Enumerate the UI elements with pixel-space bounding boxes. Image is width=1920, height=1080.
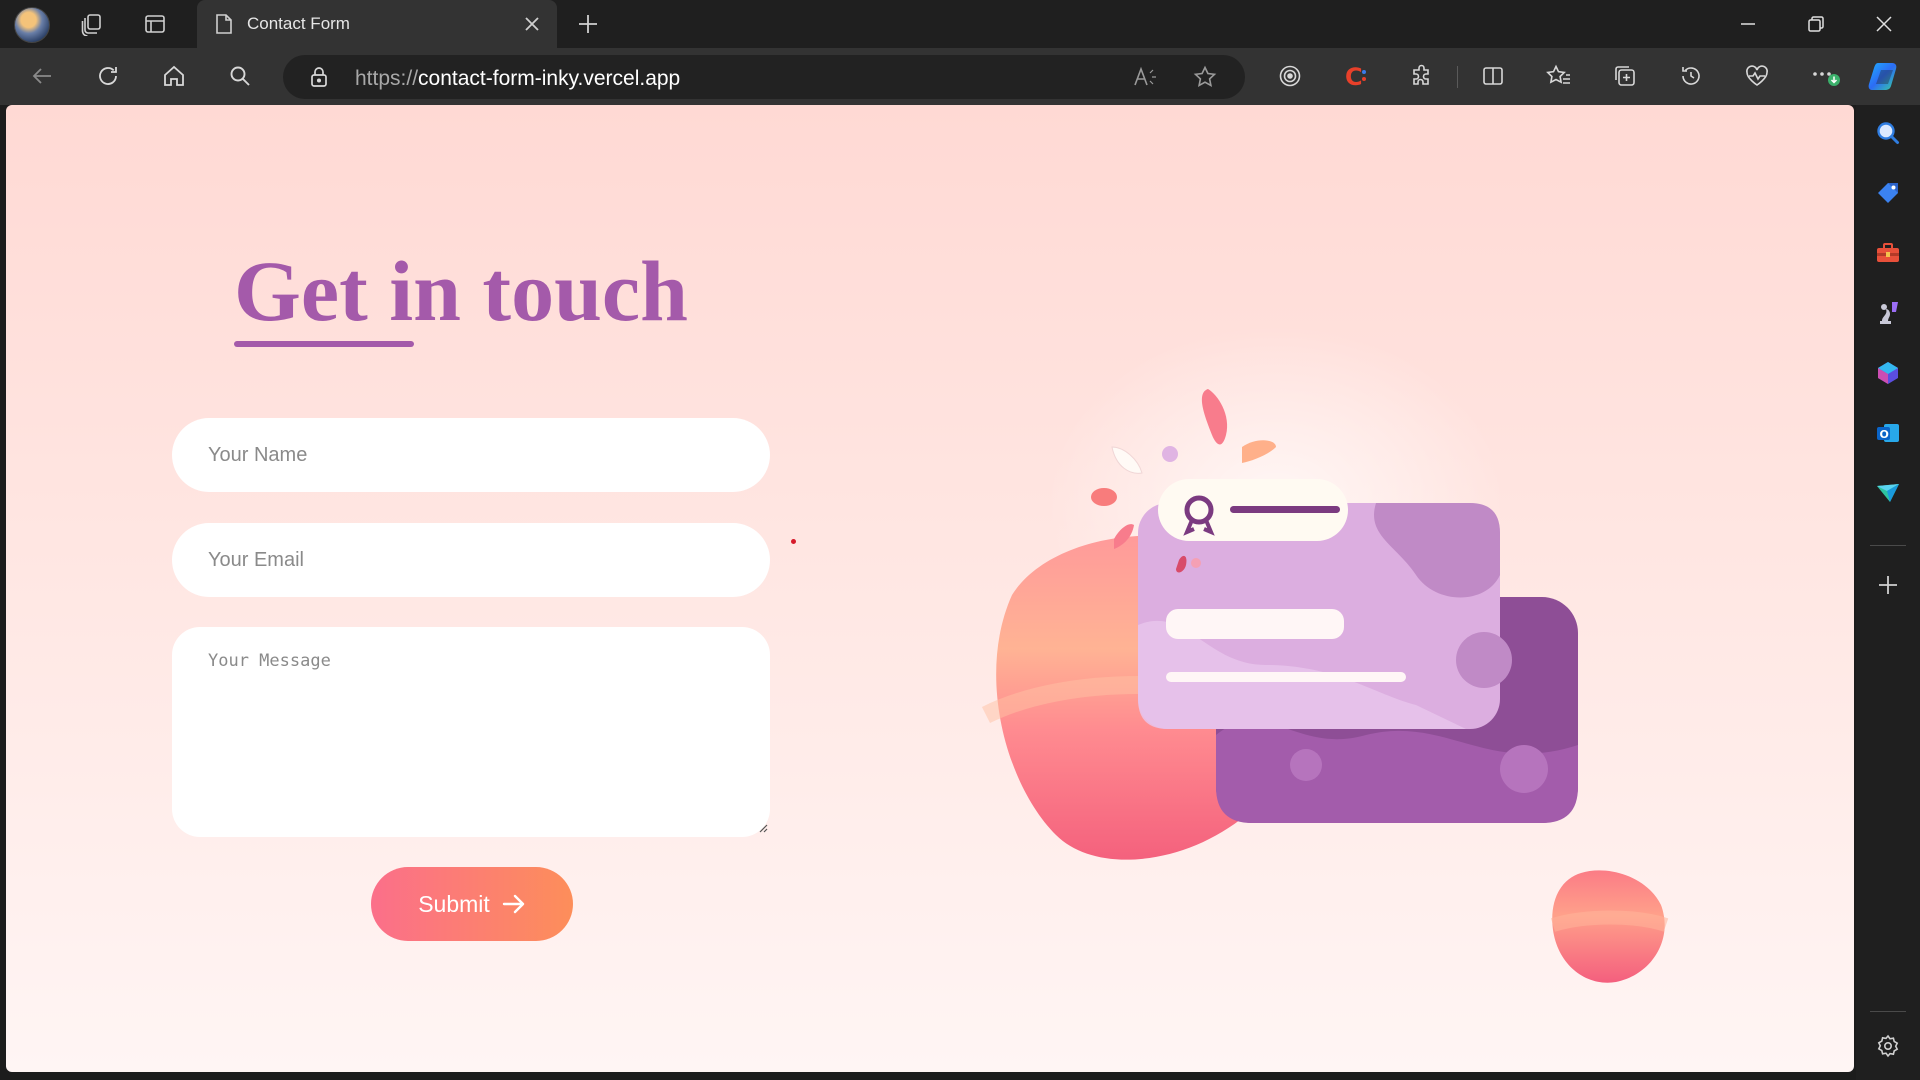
history-icon[interactable] — [1671, 58, 1711, 94]
arrow-right-icon — [502, 894, 524, 914]
url-text[interactable]: https://contact-form-inky.vercel.app — [355, 67, 680, 91]
extension-target-icon[interactable] — [1270, 58, 1310, 94]
page-viewport: Get in touch Submit — [6, 105, 1854, 1072]
browser-essentials-icon[interactable] — [1737, 58, 1777, 94]
read-aloud-icon[interactable] — [1133, 65, 1159, 89]
tab-actions-icon[interactable] — [131, 6, 179, 42]
search-icon[interactable] — [1870, 115, 1906, 151]
favorites-icon[interactable] — [1539, 58, 1579, 94]
tab-title: Contact Form — [247, 14, 350, 33]
title-underline — [234, 341, 414, 347]
contact-illustration — [981, 325, 1669, 983]
drop-icon[interactable] — [1870, 475, 1906, 511]
cursor-dot — [791, 539, 796, 544]
svg-text:O: O — [1880, 428, 1889, 441]
lock-icon[interactable] — [309, 66, 329, 88]
svg-text:C: C — [1345, 63, 1363, 89]
toolbar-divider — [1457, 66, 1458, 88]
sidebar-divider-bottom — [1870, 1011, 1906, 1012]
tools-icon[interactable] — [1870, 235, 1906, 271]
copilot-apps-icon[interactable] — [1870, 355, 1906, 391]
extension-c-icon[interactable]: C — [1336, 58, 1376, 94]
email-input[interactable] — [172, 523, 770, 597]
edge-sidebar: O — [1856, 105, 1920, 1080]
settings-icon[interactable] — [1870, 1028, 1906, 1064]
shopping-tag-icon[interactable] — [1870, 175, 1906, 211]
card-line-1 — [1166, 609, 1344, 639]
outlook-icon[interactable]: O — [1870, 415, 1906, 451]
games-icon[interactable] — [1870, 295, 1906, 331]
split-screen-icon[interactable] — [1473, 58, 1513, 94]
extensions-icon[interactable] — [1402, 58, 1442, 94]
close-icon[interactable] — [521, 13, 543, 35]
back-icon[interactable] — [22, 58, 62, 94]
refresh-icon[interactable] — [88, 58, 128, 94]
submit-label: Submit — [418, 890, 490, 917]
copilot-icon[interactable] — [1866, 58, 1906, 94]
minimize-icon[interactable] — [1714, 0, 1782, 48]
submit-button[interactable]: Submit — [371, 867, 573, 941]
name-input[interactable] — [172, 418, 770, 492]
browser-toolbar: https://contact-form-inky.vercel.app C — [0, 48, 1920, 105]
page-title: Get in touch — [234, 243, 688, 339]
profile-avatar[interactable] — [14, 7, 50, 43]
resize-grip-icon[interactable] — [758, 823, 768, 833]
tab-contact-form[interactable]: Contact Form — [197, 0, 557, 48]
page-icon — [215, 13, 233, 35]
more-icon[interactable] — [1806, 58, 1846, 94]
sidebar-divider — [1870, 545, 1906, 546]
new-tab-icon[interactable] — [570, 6, 606, 42]
restore-icon[interactable] — [1782, 0, 1850, 48]
workspaces-icon[interactable] — [68, 6, 116, 42]
collections-icon[interactable] — [1605, 58, 1645, 94]
home-icon[interactable] — [154, 58, 194, 94]
close-window-icon[interactable] — [1850, 0, 1918, 48]
card-line-2 — [1166, 672, 1406, 682]
address-bar[interactable]: https://contact-form-inky.vercel.app — [283, 55, 1245, 99]
favorite-star-icon[interactable] — [1193, 65, 1217, 89]
message-textarea[interactable] — [172, 627, 770, 837]
add-icon[interactable] — [1870, 567, 1906, 603]
search-icon[interactable] — [220, 58, 260, 94]
title-bar: Contact Form — [0, 0, 1920, 48]
